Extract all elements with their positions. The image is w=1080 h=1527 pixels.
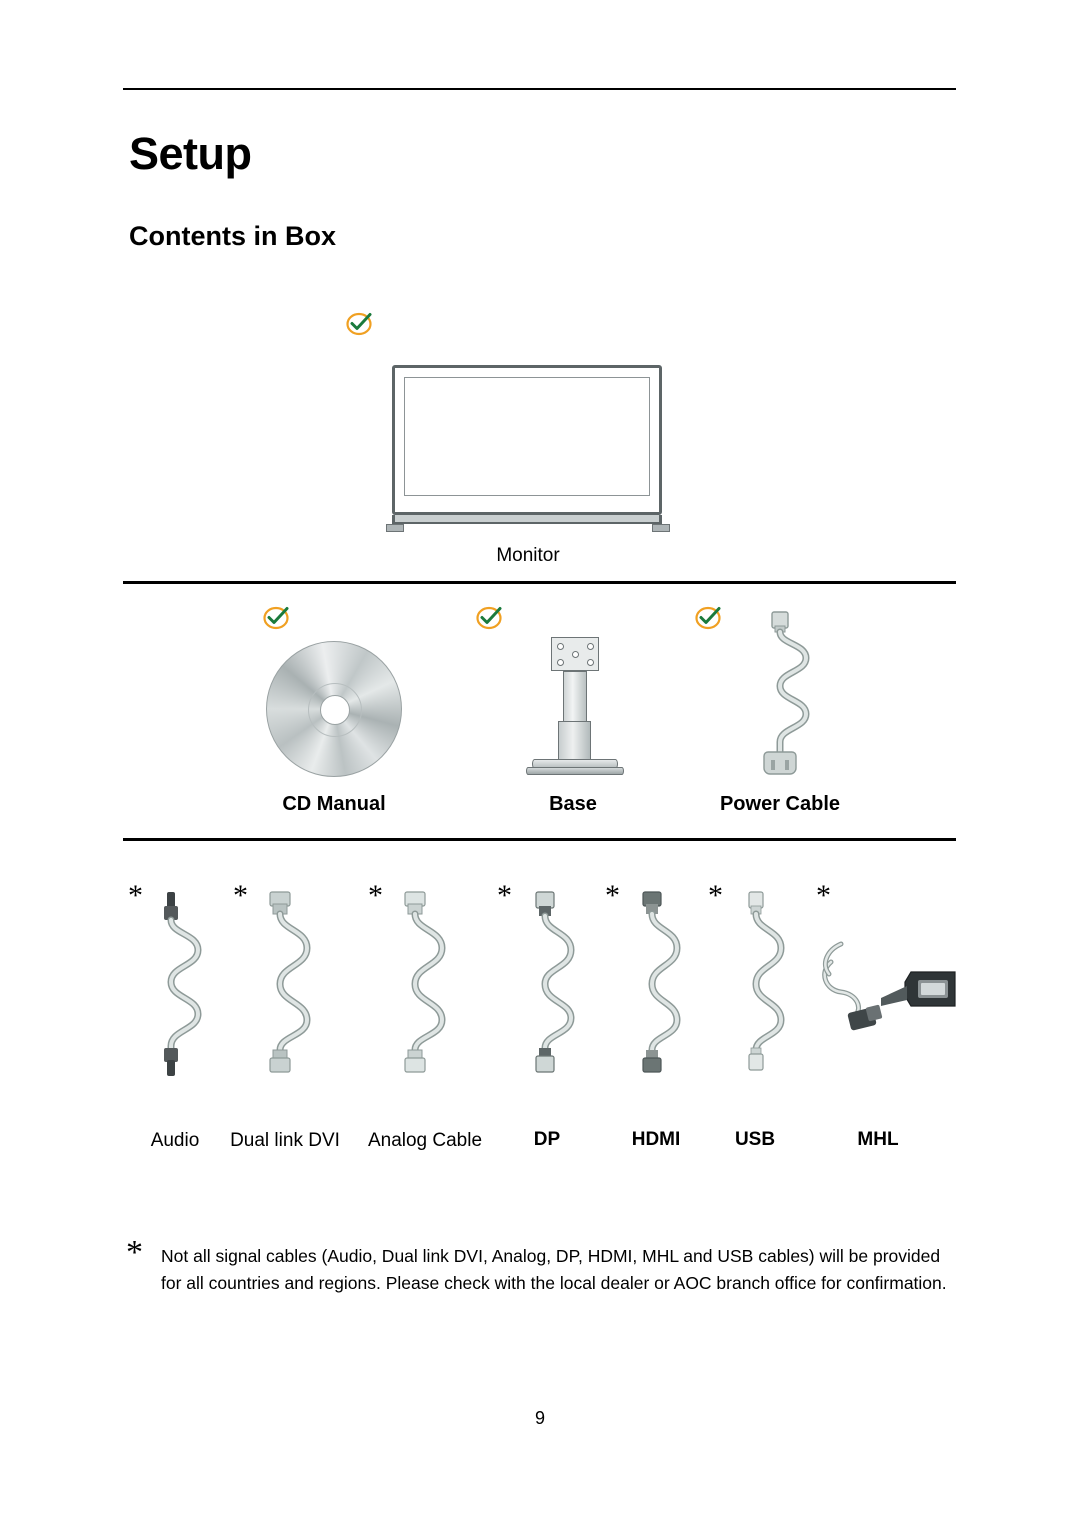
caption-hdmi: HDMI (631, 1129, 681, 1150)
asterisk-mark-usb: * (708, 879, 723, 912)
footnote-asterisk: * (126, 1234, 143, 1271)
base-screw-hole (572, 651, 579, 658)
hdmi-cable-illustration (618, 890, 688, 1080)
base-screw-hole (587, 643, 594, 650)
monitor-screen (404, 377, 650, 496)
mhl-cable-illustration (815, 938, 963, 1038)
caption-dual-link-dvi: Dual link DVI (230, 1130, 340, 1151)
base-illustration (518, 633, 628, 781)
check-badge-icon-power (694, 604, 724, 630)
asterisk-mark-analog: * (368, 879, 383, 912)
monitor-illustration (386, 365, 670, 535)
monitor-foot-right (652, 524, 670, 532)
monitor-body (392, 365, 662, 515)
cd-manual-illustration (266, 641, 402, 777)
check-badge-icon-monitor (345, 310, 375, 336)
dp-cable-illustration (512, 890, 582, 1080)
caption-power-cable: Power Cable (719, 793, 841, 815)
analog-cable-illustration (383, 890, 453, 1080)
footnote-text: Not all signal cables (Audio, Dual link … (161, 1246, 947, 1294)
base-column-lower (558, 721, 591, 763)
caption-mhl: MHL (857, 1129, 899, 1150)
section-heading: Contents in Box (129, 221, 336, 251)
monitor-bezel-bottom (392, 515, 662, 524)
page-title: Setup (129, 128, 252, 179)
asterisk-mark-mhl: * (816, 879, 831, 912)
page-number: 9 (534, 1408, 545, 1428)
base-screw-hole (587, 659, 594, 666)
caption-usb: USB (734, 1129, 776, 1150)
audio-cable-illustration (140, 890, 210, 1080)
section-divider-2 (123, 838, 956, 841)
base-screw-hole (557, 643, 564, 650)
caption-cd-manual: CD Manual (282, 793, 386, 815)
power-cable-illustration (740, 610, 820, 780)
usb-cable-illustration (722, 890, 792, 1080)
check-badge-icon-cd (262, 604, 292, 630)
caption-analog-cable: Analog Cable (367, 1130, 483, 1151)
caption-base: Base (549, 793, 597, 815)
header-rule (123, 88, 956, 90)
document-page: Setup Contents in Box Monitor CD Manual (0, 0, 1080, 1527)
asterisk-mark-dvi: * (233, 879, 248, 912)
base-screw-hole (557, 659, 564, 666)
cd-inner-ring (308, 683, 362, 737)
caption-monitor: Monitor (496, 545, 560, 566)
check-badge-icon-base (475, 604, 505, 630)
base-plate-lower (526, 767, 624, 775)
monitor-foot-left (386, 524, 404, 532)
dvi-cable-illustration (248, 890, 318, 1080)
asterisk-mark-dp: * (497, 879, 512, 912)
caption-dp: DP (533, 1129, 561, 1150)
base-column-upper (563, 671, 587, 723)
section-divider-1 (123, 581, 956, 584)
